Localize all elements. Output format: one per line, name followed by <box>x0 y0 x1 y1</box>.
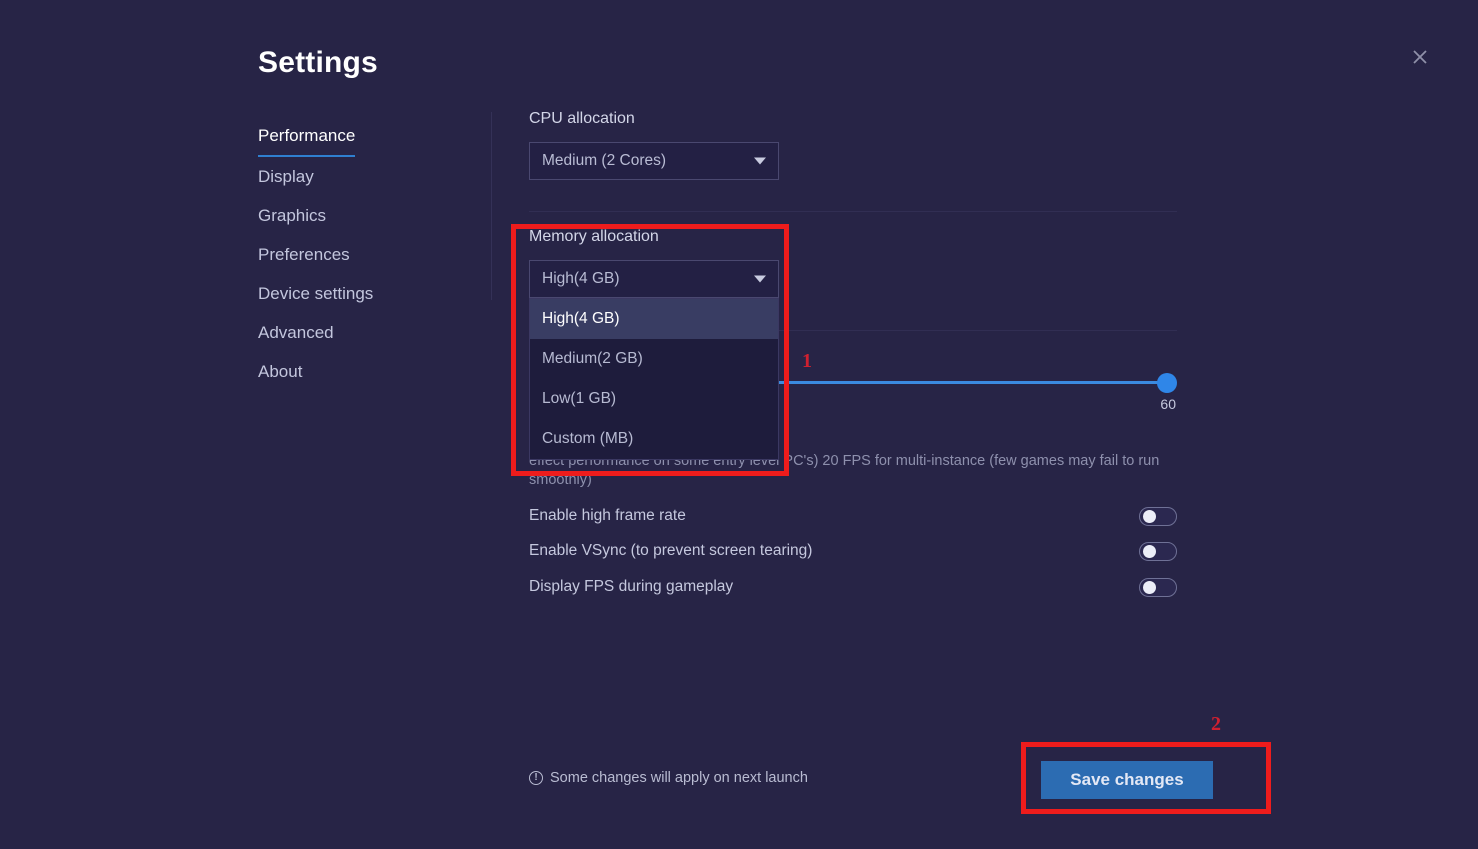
sidebar-item-preferences[interactable]: Preferences <box>258 235 350 274</box>
toggle-label-display-fps: Display FPS during gameplay <box>529 578 733 596</box>
sidebar-item-advanced[interactable]: Advanced <box>258 313 334 352</box>
toggle-vsync[interactable] <box>1139 542 1177 561</box>
footer-note-text: Some changes will apply on next launch <box>550 770 808 786</box>
section-divider-1 <box>529 211 1177 212</box>
sidebar-item-graphics[interactable]: Graphics <box>258 196 326 235</box>
dropdown-option-low[interactable]: Low(1 GB) <box>530 379 778 419</box>
annotation-number-1: 1 <box>802 350 812 373</box>
cpu-allocation-select[interactable]: Medium (2 Cores) <box>529 142 779 180</box>
sidebar-divider <box>491 112 492 300</box>
sidebar-item-about[interactable]: About <box>258 352 302 391</box>
sidebar-item-performance[interactable]: Performance <box>258 118 355 157</box>
toggle-row-vsync: Enable VSync (to prevent screen tearing) <box>529 540 1177 562</box>
page-title: Settings <box>258 46 378 80</box>
toggle-knob <box>1143 581 1156 594</box>
chevron-down-icon <box>754 158 766 165</box>
sidebar: Performance Display Graphics Preferences… <box>258 118 478 391</box>
cpu-allocation-label: CPU allocation <box>529 110 1177 128</box>
cpu-allocation-value: Medium (2 Cores) <box>542 152 666 170</box>
memory-allocation-value: High(4 GB) <box>542 270 620 288</box>
cpu-allocation-section: CPU allocation Medium (2 Cores) <box>529 110 1177 180</box>
save-changes-button[interactable]: Save changes <box>1041 761 1213 799</box>
memory-allocation-label: Memory allocation <box>529 228 1177 246</box>
toggle-row-high-frame-rate: Enable high frame rate <box>529 505 1177 527</box>
toggle-row-display-fps: Display FPS during gameplay <box>529 576 1177 598</box>
toggle-knob <box>1143 545 1156 558</box>
footer-note: ! Some changes will apply on next launch <box>529 770 808 786</box>
memory-allocation-select[interactable]: High(4 GB) <box>529 260 779 298</box>
info-icon: ! <box>529 771 543 785</box>
fps-slider-value: 60 <box>1160 396 1176 412</box>
toggle-high-frame-rate[interactable] <box>1139 507 1177 526</box>
memory-allocation-dropdown: High(4 GB) Medium(2 GB) Low(1 GB) Custom… <box>529 298 779 460</box>
close-icon[interactable] <box>1406 43 1434 71</box>
dropdown-option-custom[interactable]: Custom (MB) <box>530 419 778 459</box>
chevron-down-icon <box>754 276 766 283</box>
memory-allocation-section: Memory allocation High(4 GB) High(4 GB) … <box>529 228 1177 298</box>
sidebar-item-device-settings[interactable]: Device settings <box>258 274 373 313</box>
dropdown-option-high[interactable]: High(4 GB) <box>530 299 778 339</box>
annotation-number-2: 2 <box>1211 713 1221 736</box>
dropdown-option-medium[interactable]: Medium(2 GB) <box>530 339 778 379</box>
toggle-label-high-frame-rate: Enable high frame rate <box>529 507 686 525</box>
toggle-display-fps[interactable] <box>1139 578 1177 597</box>
toggle-label-vsync: Enable VSync (to prevent screen tearing) <box>529 542 812 560</box>
toggle-knob <box>1143 510 1156 523</box>
sidebar-item-display[interactable]: Display <box>258 157 314 196</box>
fps-slider-handle[interactable] <box>1157 373 1177 393</box>
